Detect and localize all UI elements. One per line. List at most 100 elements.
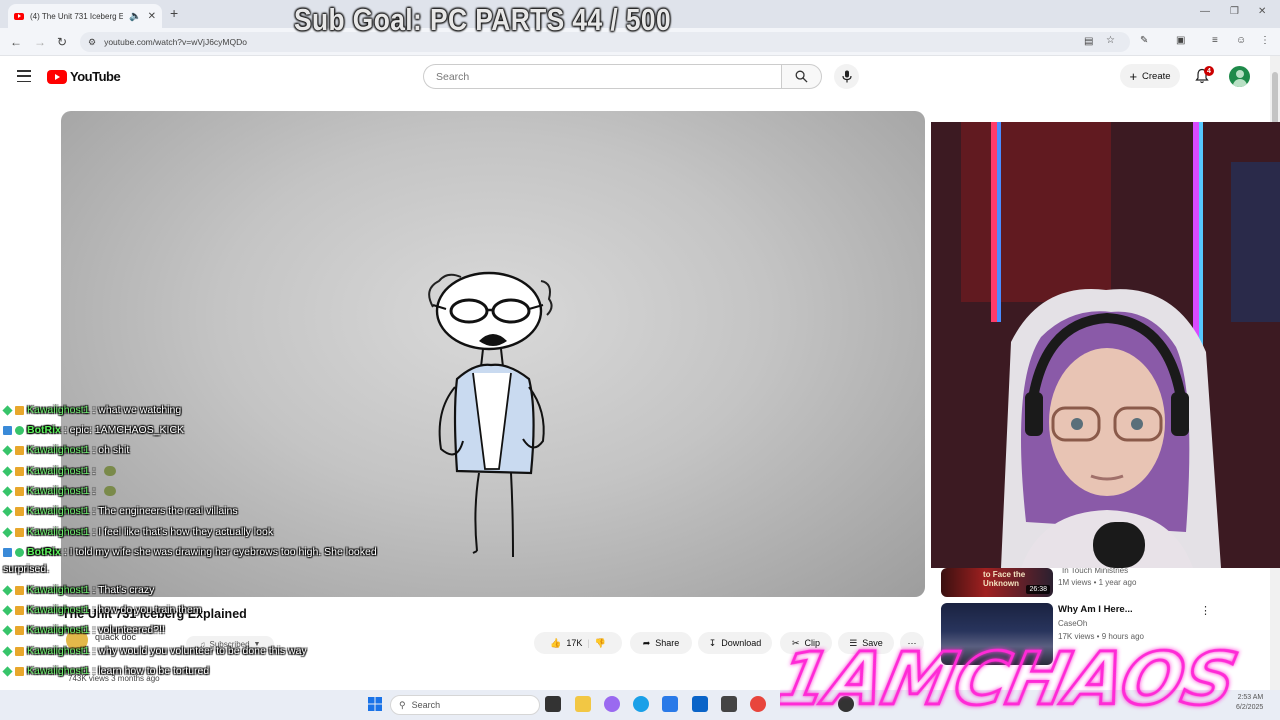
chat-username: BotRix xyxy=(27,424,61,436)
browser-menu-icon[interactable]: ⋮ xyxy=(1260,35,1270,46)
search-button[interactable] xyxy=(781,64,822,89)
video-frame-drawing xyxy=(428,271,553,558)
microphone-icon xyxy=(841,70,852,83)
chat-text: : xyxy=(92,465,96,477)
url-text: youtube.com/watch?v=wVjJ6cyMQDo xyxy=(104,37,247,47)
taskbar-search-input[interactable]: ⚲ Search xyxy=(390,695,540,715)
verified-badge-icon xyxy=(15,425,24,435)
sub-badge-icon xyxy=(15,605,24,615)
diamond-badge-icon xyxy=(2,624,13,636)
chat-text: : That's crazy xyxy=(92,584,155,596)
tab-search-icon[interactable]: ≡ xyxy=(1212,35,1218,46)
download-label: Download xyxy=(721,638,762,648)
diamond-badge-icon xyxy=(2,485,13,497)
task-view-icon[interactable] xyxy=(545,696,561,712)
hamburger-menu-icon[interactable] xyxy=(17,70,31,82)
sub-badge-icon xyxy=(15,486,24,496)
install-icon[interactable]: ▤ xyxy=(1084,36,1093,47)
chat-text: : what we watching xyxy=(92,404,182,416)
outlook-icon[interactable] xyxy=(692,696,708,712)
maximize-icon[interactable]: ❐ xyxy=(1230,6,1239,17)
download-button[interactable]: ↧ Download xyxy=(698,632,772,654)
chat-message-continuation: surprised. xyxy=(3,563,50,575)
bookmark-star-icon[interactable]: ☆ xyxy=(1106,35,1115,46)
like-count: 17K xyxy=(566,638,583,648)
share-button[interactable]: ➦ Share xyxy=(630,632,692,654)
chat-username: Kawaiighost1 xyxy=(27,485,90,497)
store-icon[interactable] xyxy=(662,696,678,712)
video-player[interactable] xyxy=(61,111,925,597)
diamond-badge-icon xyxy=(2,645,13,657)
chat-username: BotRix xyxy=(27,546,61,558)
search-icon xyxy=(795,70,808,83)
site-info-icon[interactable]: ⚙ xyxy=(88,37,96,48)
chat-text: : how do you train them xyxy=(92,604,202,616)
search-input[interactable]: Search xyxy=(423,64,781,89)
streamer-neon-logo: 1AMCHAOS xyxy=(780,636,1246,720)
voice-search-button[interactable] xyxy=(834,64,859,89)
chat-username: Kawaiighost1 xyxy=(27,645,90,657)
related-thumbnail[interactable]: to Face the Unknown 26:38 xyxy=(941,568,1053,597)
back-icon[interactable]: ← xyxy=(10,35,22,49)
new-tab-icon[interactable]: + xyxy=(170,5,178,21)
chat-username: Kawaiighost1 xyxy=(27,665,90,677)
chat-text: : epic: 1AMCHAOS_KICK xyxy=(63,424,185,436)
video-duration: 26:38 xyxy=(1026,585,1050,594)
chat-text: : oh shit xyxy=(92,444,130,456)
sub-badge-icon xyxy=(15,466,24,476)
minimize-icon[interactable]: — xyxy=(1200,6,1210,17)
edge-icon[interactable] xyxy=(633,696,649,712)
browser-tab[interactable]: (4) The Unit 731 Iceberg Ex 🔈 ✕ xyxy=(8,4,162,28)
close-tab-icon[interactable]: ✕ xyxy=(148,11,156,22)
related-channel[interactable]: CaseOh xyxy=(1058,619,1087,628)
diamond-badge-icon xyxy=(2,665,13,677)
share-label: Share xyxy=(655,638,680,648)
chat-message: BotRix: epic: 1AMCHAOS_KICK xyxy=(3,424,184,436)
speaker-icon[interactable]: 🔈 xyxy=(129,11,141,22)
sub-badge-icon xyxy=(15,625,24,635)
chat-text: : xyxy=(92,485,96,497)
thumbs-down-icon: 👎 xyxy=(594,637,606,648)
app-icon[interactable] xyxy=(721,696,737,712)
sub-goal-overlay: Sub Goal: PC PARTS 44 / 500 xyxy=(294,2,672,37)
chat-message: Kawaiighost1: what we watching xyxy=(2,404,182,416)
close-window-icon[interactable]: ✕ xyxy=(1258,6,1266,17)
chat-text: : I feel like that's how they actually l… xyxy=(92,526,274,538)
windows-start-icon[interactable] xyxy=(368,697,382,711)
webcam-feed xyxy=(931,122,1280,568)
chat-message: Kawaiighost1: how do you train them xyxy=(2,604,202,616)
scrollbar-thumb[interactable] xyxy=(1272,72,1278,124)
youtube-wordmark: YouTube xyxy=(70,69,121,84)
search-icon: ⚲ xyxy=(399,699,406,710)
bot-badge-icon xyxy=(3,425,12,435)
sub-badge-icon xyxy=(15,445,24,455)
chat-text: : The engineers the real villains xyxy=(92,505,238,517)
forward-icon[interactable]: → xyxy=(34,35,46,49)
diamond-badge-icon xyxy=(2,505,13,517)
chat-message: Kawaiighost1: why would you volunteer to… xyxy=(2,645,307,657)
file-explorer-icon[interactable] xyxy=(575,696,591,712)
related-title[interactable]: Why Am I Here... xyxy=(1058,604,1133,615)
extensions-icon[interactable]: ✎ xyxy=(1140,35,1148,46)
profile-icon[interactable]: ☺ xyxy=(1236,35,1246,46)
avatar[interactable] xyxy=(1229,66,1250,87)
chat-username: Kawaiighost1 xyxy=(27,604,90,616)
sidebar-icon[interactable]: ▣ xyxy=(1176,35,1185,46)
webcam-overlay xyxy=(931,122,1280,568)
chat-username: Kawaiighost1 xyxy=(27,526,90,538)
sub-badge-icon xyxy=(15,527,24,537)
like-dislike-button[interactable]: 👍 17K | 👎 xyxy=(534,632,622,654)
youtube-logo[interactable]: YouTube xyxy=(47,69,121,84)
chat-username: Kawaiighost1 xyxy=(27,584,90,596)
diamond-badge-icon xyxy=(2,584,13,596)
chat-text: : I told my wife she was drawing her eye… xyxy=(63,546,377,558)
copilot-icon[interactable] xyxy=(604,696,620,712)
create-button[interactable]: + Create xyxy=(1120,64,1180,88)
reload-icon[interactable]: ↻ xyxy=(57,35,67,49)
youtube-play-icon xyxy=(47,69,67,84)
related-more-icon[interactable]: ⋮ xyxy=(1200,604,1211,617)
taskbar-search-placeholder: Search xyxy=(411,700,441,710)
youtube-favicon-icon xyxy=(14,12,24,20)
chat-message: Kawaiighost1: learn how to be tortured xyxy=(2,665,209,677)
chrome-icon[interactable] xyxy=(750,696,766,712)
